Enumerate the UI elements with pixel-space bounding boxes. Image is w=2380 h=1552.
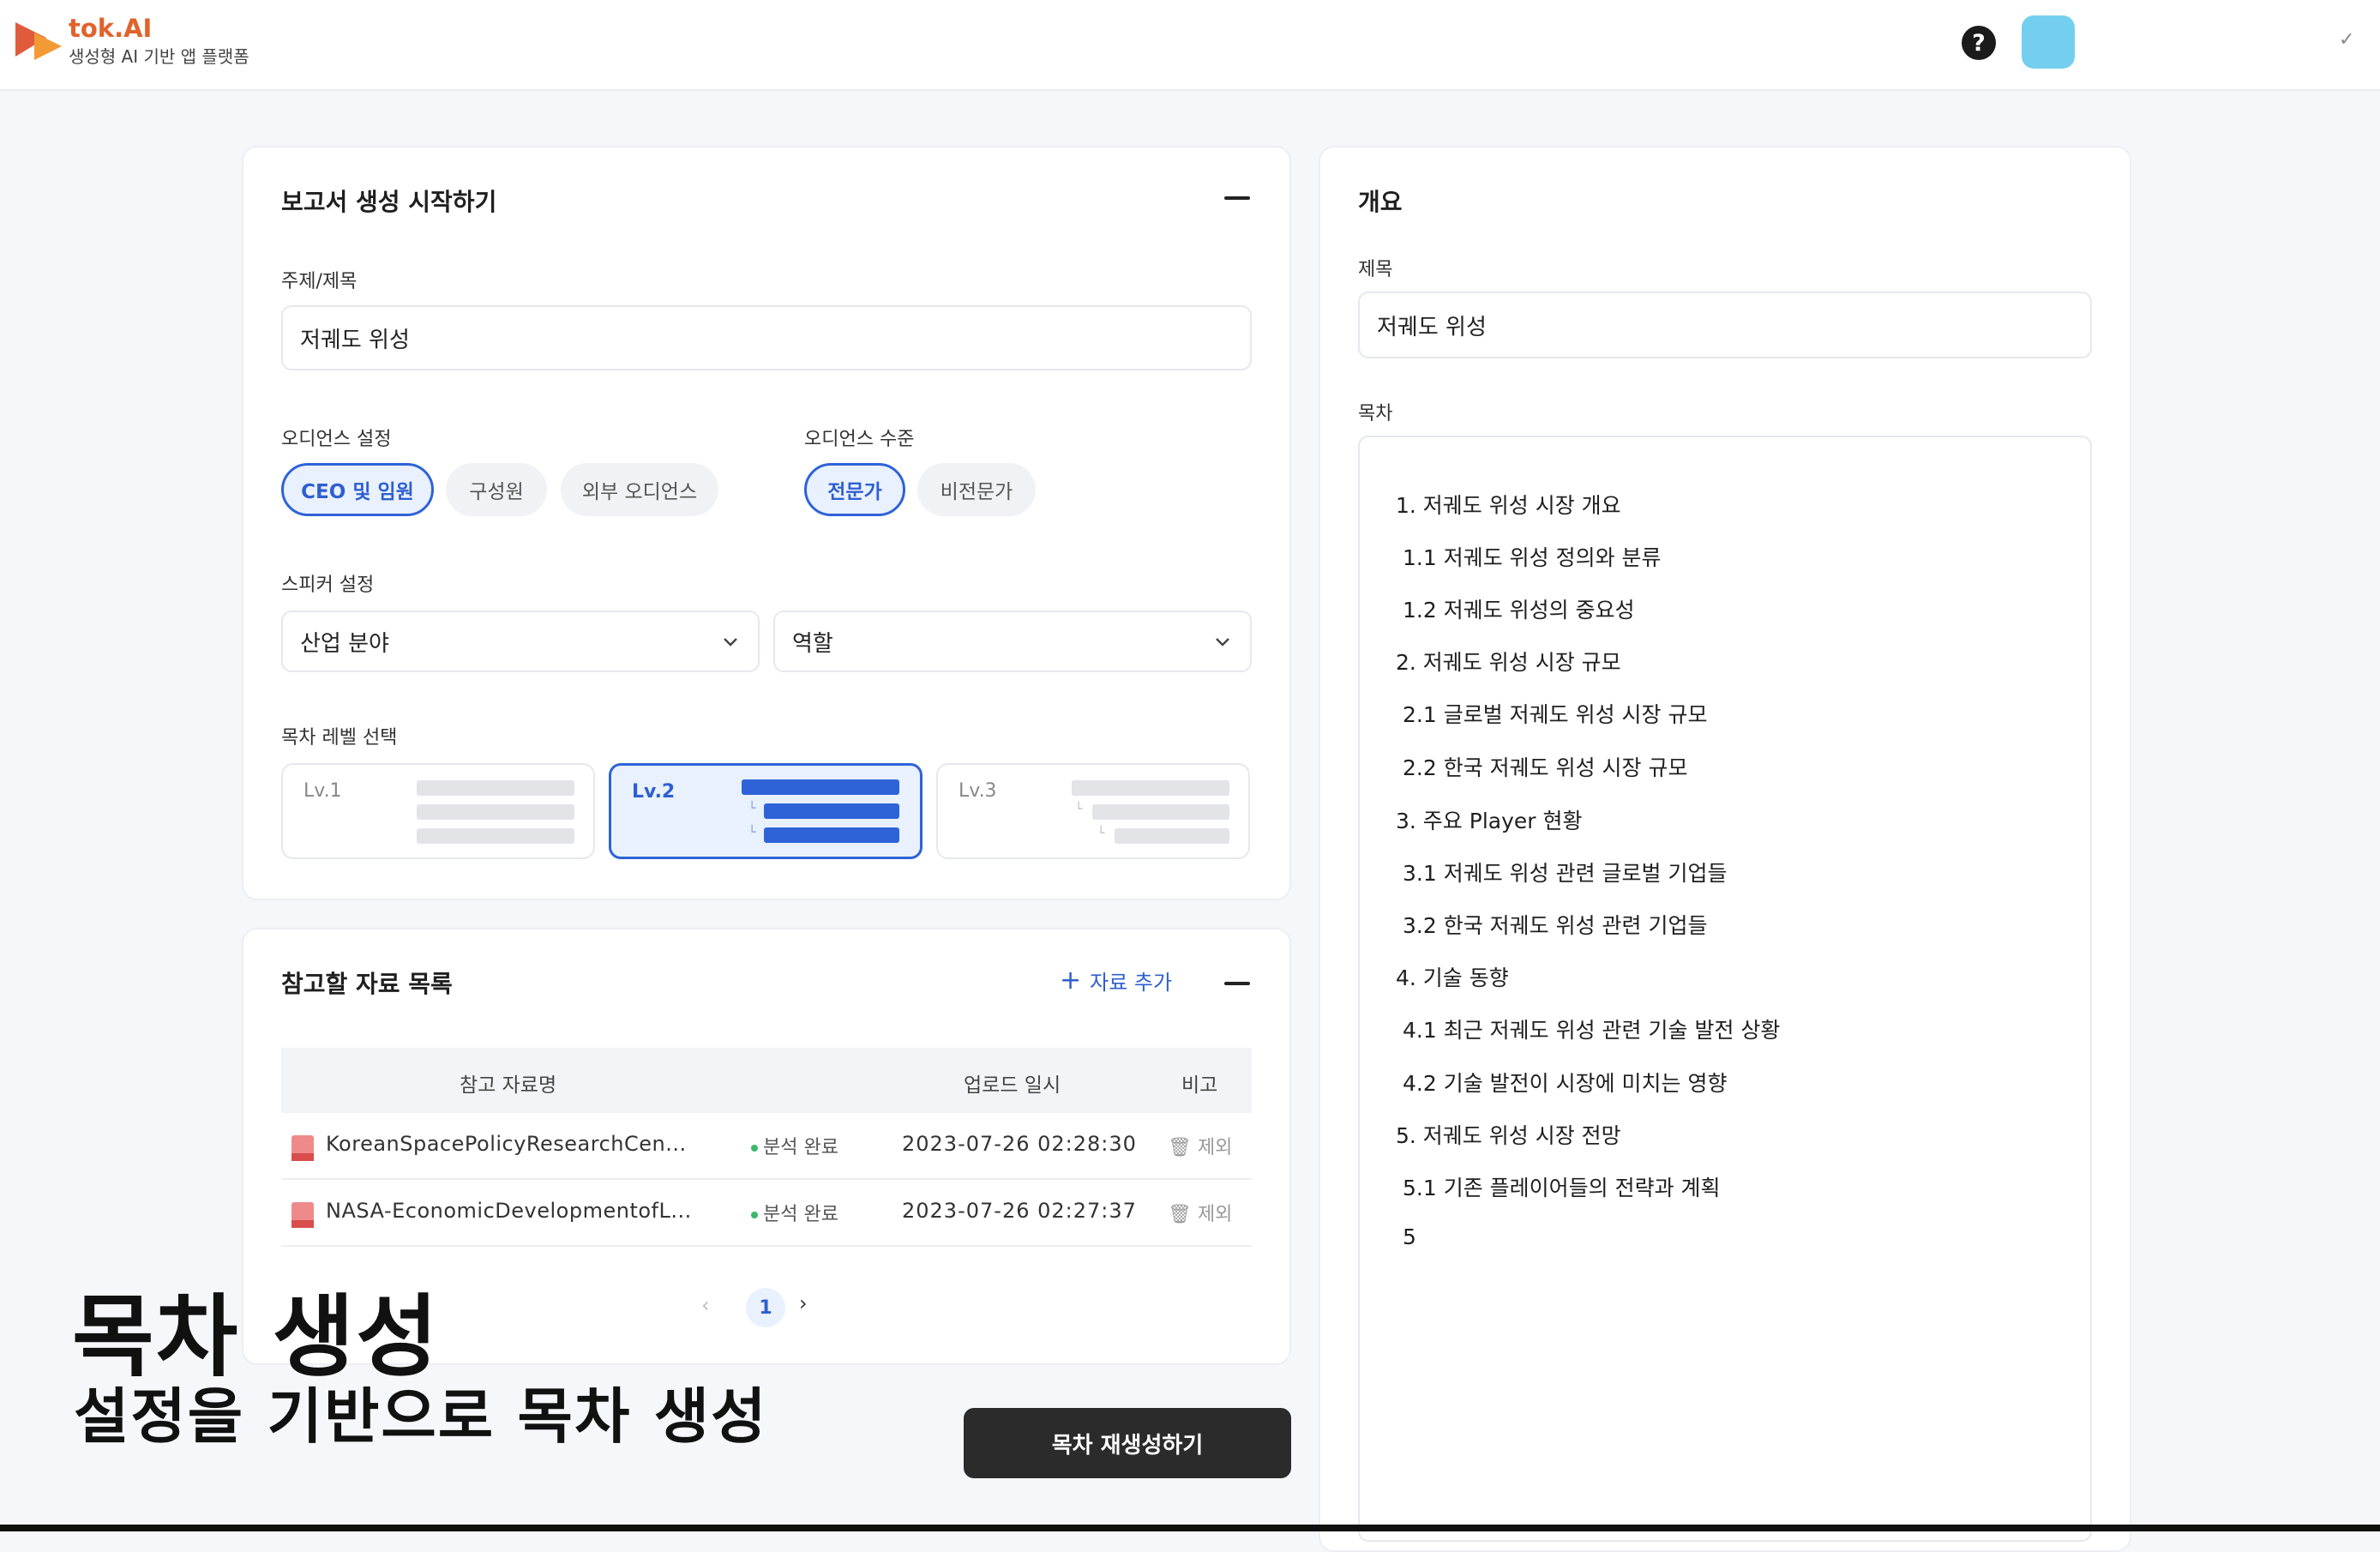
pdf-file-icon: [291, 1202, 314, 1228]
audience-option-members[interactable]: 구성원: [446, 463, 547, 516]
column-name: 참고 자료명: [460, 1074, 557, 1097]
status-dot: [751, 1145, 758, 1152]
status-text: 분석 완료: [763, 1137, 838, 1158]
role-select-value: 역할: [792, 630, 833, 657]
upload-date: 2023-07-26 02:28:30: [902, 1132, 1137, 1156]
toc-item: 3.2 한국 저궤도 위성 관련 기업들: [1403, 913, 1708, 938]
toc-level-3[interactable]: Lv.3 └ └: [936, 763, 1250, 859]
topic-input[interactable]: 저궤도 위성: [281, 305, 1252, 370]
user-avatar[interactable]: [2022, 15, 2075, 69]
toc-item: 3.1 저궤도 위성 관련 글로벌 기업들: [1403, 861, 1728, 886]
exclude-button[interactable]: 🗑︎ 제외: [1168, 1132, 1232, 1159]
status-text: 분석 완료: [763, 1204, 838, 1225]
audience-level-label: 오디언스 수준: [804, 429, 915, 450]
level-bar: [764, 803, 899, 819]
brand-tagline: 생성형 AI 기반 앱 플랫폼: [69, 46, 249, 67]
upload-date: 2023-07-26 02:27:37: [902, 1199, 1137, 1223]
indent-marker: └: [748, 826, 756, 839]
pager-next-icon[interactable]: ›: [799, 1291, 808, 1315]
reference-file-name[interactable]: KoreanSpacePolicyResearchCen...: [326, 1132, 687, 1156]
overview-title-label: 제목: [1358, 259, 1393, 280]
bottom-edge: [0, 1525, 2380, 1531]
brand-name[interactable]: tok.AI: [69, 14, 152, 43]
toc-level-1[interactable]: Lv.1: [281, 763, 595, 859]
toc-item: 4.1 최근 저궤도 위성 관련 기술 발전 상황: [1403, 1018, 1781, 1043]
exclude-label: 제외: [1197, 1137, 1233, 1158]
table-row: NASA-EconomicDevelopmentofL... 분석 완료 202…: [281, 1180, 1252, 1247]
toc-level-1-label: Lv.1: [304, 780, 342, 802]
audience-option-ceo[interactable]: CEO 및 임원: [281, 463, 434, 516]
chevron-down-icon: [1216, 638, 1229, 647]
level-bar: [1092, 804, 1229, 820]
speaker-label: 스피커 설정: [281, 574, 375, 596]
role-select[interactable]: 역할: [773, 611, 1252, 672]
references-title: 참고할 자료 목록: [281, 970, 453, 998]
industry-select-value: 산업 분야: [300, 630, 389, 657]
status-dot: [751, 1212, 758, 1218]
toc-item: 2.1 글로벌 저궤도 위성 시장 규모: [1403, 702, 1708, 727]
pager-prev-icon[interactable]: ‹: [701, 1293, 710, 1317]
topic-label: 주제/제목: [281, 271, 358, 292]
industry-select[interactable]: 산업 분야: [281, 611, 760, 672]
column-note: 비고: [1181, 1074, 1218, 1097]
toc-level-2[interactable]: Lv.2 └ └: [609, 763, 923, 859]
toc-level-label: 목차 레벨 선택: [281, 727, 398, 749]
add-reference-button[interactable]: + 자료 추가: [1060, 965, 1172, 996]
level-bar: [1072, 780, 1229, 796]
toc-item: 5: [1403, 1224, 1416, 1249]
level-bar: [417, 828, 574, 844]
report-settings-title: 보고서 생성 시작하기: [281, 188, 497, 216]
toc-item: 3. 주요 Player 현황: [1396, 809, 1583, 833]
add-reference-label: 자료 추가: [1090, 971, 1173, 995]
collapse-icon[interactable]: [1224, 982, 1250, 985]
exclude-label: 제외: [1197, 1204, 1233, 1225]
toc-item: 4. 기술 동향: [1396, 965, 1509, 990]
toc-level-3-label: Lv.3: [959, 780, 997, 802]
regenerate-toc-button[interactable]: 목차 재생성하기: [964, 1408, 1291, 1478]
toc-item: 1. 저궤도 위성 시장 개요: [1396, 493, 1621, 518]
check-icon[interactable]: ✓: [2339, 29, 2354, 51]
reference-file-name[interactable]: NASA-EconomicDevelopmentofL...: [326, 1199, 692, 1223]
toc-item: 4.2 기술 발전이 시장에 미치는 영향: [1403, 1071, 1728, 1096]
audience-label: 오디언스 설정: [281, 429, 392, 450]
level-bar: [417, 804, 574, 820]
audience-option-external[interactable]: 외부 오디언스: [561, 463, 718, 516]
indent-marker: └: [748, 802, 756, 815]
toc-level-2-label: Lv.2: [632, 781, 676, 803]
status-badge: 분석 완료: [751, 1132, 838, 1159]
overview-title: 개요: [1358, 188, 1403, 216]
help-icon[interactable]: ?: [1962, 26, 1996, 60]
indent-marker: └: [1097, 827, 1105, 840]
level-bar: [764, 827, 899, 843]
toc-item: 5.1 기존 플레이어들의 전략과 계획: [1403, 1176, 1721, 1200]
toc-item: 5. 저궤도 위성 시장 전망: [1396, 1123, 1621, 1148]
pdf-file-icon: [291, 1135, 314, 1161]
references-table-header: 참고 자료명 업로드 일시 비고: [281, 1048, 1252, 1113]
status-badge: 분석 완료: [751, 1199, 838, 1226]
tokai-logo-icon[interactable]: [15, 22, 62, 62]
toc-item: 2.2 한국 저궤도 위성 시장 규모: [1403, 755, 1688, 780]
toc-item: 2. 저궤도 위성 시장 규모: [1396, 650, 1621, 675]
collapse-icon[interactable]: [1224, 196, 1250, 200]
caption-subtitle: 설정을 기반으로 목차 생성: [74, 1381, 768, 1452]
level-option-expert[interactable]: 전문가: [804, 463, 905, 516]
toc-item: 1.2 저궤도 위성의 중요성: [1403, 598, 1635, 623]
toc-item: 1.1 저궤도 위성 정의와 분류: [1403, 545, 1662, 570]
trash-icon: 🗑︎: [1168, 1204, 1198, 1225]
table-row: KoreanSpacePolicyResearchCen... 분석 완료 20…: [281, 1113, 1252, 1180]
plus-icon: +: [1060, 965, 1082, 996]
level-bar: [417, 780, 574, 796]
indent-marker: └: [1075, 803, 1083, 816]
level-bar: [1115, 828, 1229, 844]
overview-title-input[interactable]: 저궤도 위성: [1358, 292, 2092, 358]
level-option-nonexpert[interactable]: 비전문가: [917, 463, 1036, 516]
chevron-down-icon: [724, 638, 737, 647]
pager-page-1[interactable]: 1: [746, 1288, 785, 1327]
column-upload-date: 업로드 일시: [964, 1074, 1061, 1097]
top-bar: tok.AI 생성형 AI 기반 앱 플랫폼 ? ✓: [0, 0, 2380, 91]
exclude-button[interactable]: 🗑︎ 제외: [1168, 1199, 1232, 1226]
level-bar: [742, 779, 899, 795]
trash-icon: 🗑︎: [1168, 1137, 1198, 1158]
overview-toc-label: 목차: [1358, 403, 1393, 424]
